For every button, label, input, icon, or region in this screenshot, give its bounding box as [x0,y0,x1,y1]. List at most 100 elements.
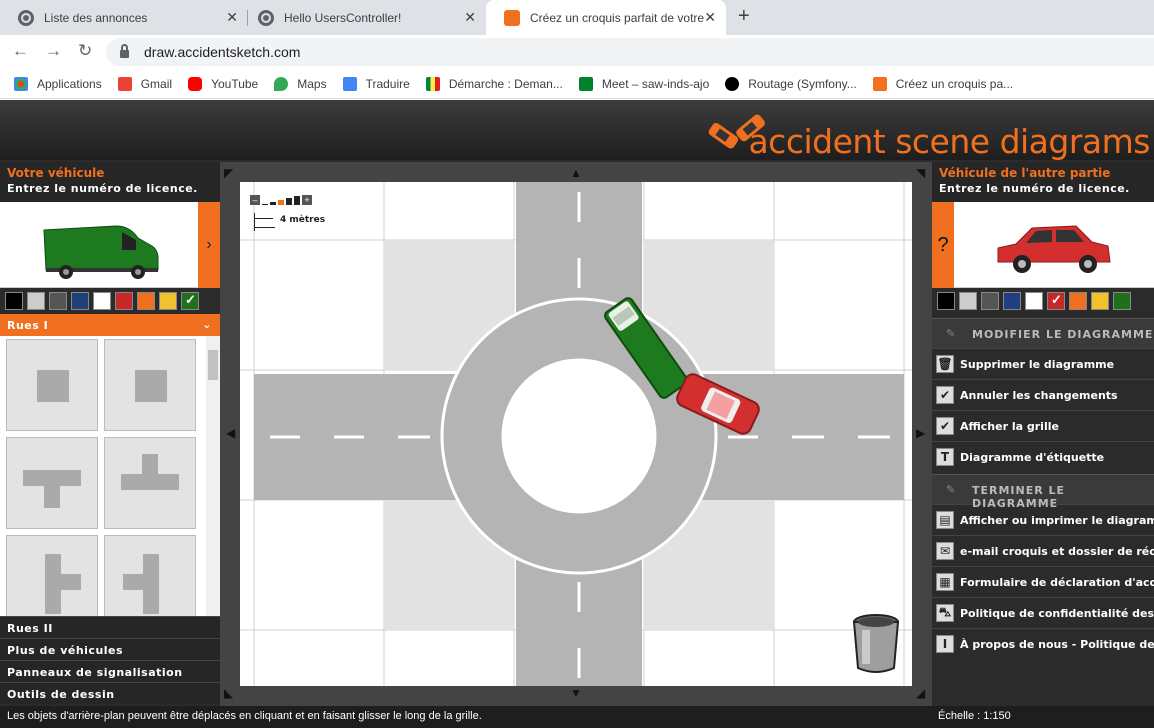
color-swatch[interactable] [93,292,111,310]
section-streets-1[interactable]: Rues I ⌄ [0,314,220,336]
trash-icon: 🗑 [936,355,954,373]
pan-down-left-arrow[interactable]: ◣ [224,686,233,700]
tab-title: Créez un croquis parfait de votre [530,10,705,25]
tab-strip: Liste des annonces ✕ Hello UsersControll… [0,0,1154,35]
palette-scrollbar[interactable] [206,336,220,616]
close-tab-icon[interactable]: ✕ [226,9,238,26]
email-sketch-item[interactable]: ✉ e-mail croquis et dossier de réclamatio… [932,535,1154,566]
pan-left-arrow[interactable]: ◀ [226,426,235,440]
color-swatch[interactable] [5,292,23,310]
new-tab-button[interactable]: + [738,5,750,28]
pan-up-arrow[interactable]: ▲ [570,166,582,180]
scrollbar-thumb[interactable] [208,350,218,380]
section-more-vehicles[interactable]: Plus de véhicules [0,638,220,660]
color-swatch[interactable] [27,292,45,310]
license-prompt[interactable]: Entrez le numéro de licence. [939,182,1147,195]
zoom-level-2[interactable] [270,202,276,205]
color-swatch[interactable] [115,292,133,310]
privacy-policy-item[interactable]: ⛍ Politique de confidentialité des donnée… [932,597,1154,628]
color-swatch[interactable] [937,292,955,310]
pan-down-right-arrow[interactable]: ◢ [916,686,925,700]
other-vehicle-preview[interactable]: ? [932,202,1154,288]
tile-straight-horizontal[interactable] [6,339,98,431]
checkbox-icon: ✔ [936,417,954,435]
tile-t-junction-right[interactable] [6,535,98,616]
delete-diagram-item[interactable]: 🗑 Supprimer le diagramme [932,348,1154,379]
vehicle-color-swatches [0,288,220,314]
back-button[interactable]: ← [12,41,29,61]
modify-diagram-header: ✎ MODIFIER LE DIAGRAMME [932,318,1154,348]
tile-t-junction-left[interactable] [104,535,196,616]
license-prompt[interactable]: Entrez le numéro de licence. [7,182,213,195]
site-logo[interactable]: accident scene diagrams [748,122,1150,161]
color-swatch[interactable] [181,292,199,310]
color-swatch[interactable] [981,292,999,310]
bookmark-apps[interactable]: Applications [14,76,102,91]
color-swatch[interactable] [1003,292,1021,310]
bookmark-youtube[interactable]: YouTube [188,76,258,91]
bookmark-gmail[interactable]: Gmail [117,76,173,91]
trash-can-icon[interactable] [852,614,900,673]
pan-down-arrow[interactable]: ▼ [570,686,582,700]
bookmark-translate[interactable]: Traduire [342,76,410,91]
color-swatch[interactable] [71,292,89,310]
gmail-icon [117,76,132,91]
menu-item-label: Diagramme d'étiquette [960,450,1105,464]
other-vehicle-header: Véhicule de l'autre partie Entrez le num… [932,162,1154,202]
color-swatch[interactable] [159,292,177,310]
color-swatch[interactable] [137,292,155,310]
bookmark-meet[interactable]: Meet – saw-inds-ajo [578,76,709,91]
color-swatch[interactable] [1091,292,1109,310]
tile-t-junction-down[interactable] [6,437,98,529]
diagram-canvas[interactable]: – + 4 mètres [240,182,912,686]
bookmark-label: Gmail [140,76,173,91]
envelope-icon: ✉ [936,542,954,560]
car-icon [504,9,520,26]
bookmark-symfony[interactable]: Routage (Symfony... [725,76,857,91]
other-vehicle-unknown-mark[interactable]: ? [932,202,954,288]
section-drawing-tools[interactable]: Outils de dessin [0,682,220,704]
color-swatch[interactable] [49,292,67,310]
undo-changes-item[interactable]: ✔ Annuler les changements [932,379,1154,410]
tab-users-controller[interactable]: Hello UsersController! ✕ [240,0,486,35]
pan-up-right-arrow[interactable]: ◥ [916,166,925,180]
about-us-item[interactable]: I À propos de nous - Politique de confide… [932,628,1154,659]
roundabout-scene [240,182,912,686]
tab-listings[interactable]: Liste des annonces ✕ [0,0,248,35]
color-swatch[interactable] [959,292,977,310]
next-vehicle-arrow[interactable]: › [198,202,220,288]
tab-accident-sketch[interactable]: Créez un croquis parfait de votre ✕ [486,0,726,35]
tile-t-junction-up[interactable] [104,437,196,529]
zoom-out-button[interactable]: – [250,195,260,205]
accident-form-item[interactable]: ▦ Formulaire de déclaration d'accident [932,566,1154,597]
label-diagram-item[interactable]: T Diagramme d'étiquette [932,441,1154,472]
show-grid-item[interactable]: ✔ Afficher la grille [932,410,1154,441]
pan-right-arrow[interactable]: ▶ [916,426,925,440]
zoom-in-button[interactable]: + [302,195,312,205]
scale-readout: Échelle : 1:150 [932,706,1154,728]
color-swatch[interactable] [1113,292,1131,310]
bookmark-label: Créez un croquis pa... [895,76,1014,91]
bookmark-accident[interactable]: Créez un croquis pa... [872,76,1014,91]
color-swatch[interactable] [1025,292,1043,310]
menu-item-label: À propos de nous - Politique de confiden… [960,637,1154,651]
close-tab-icon[interactable]: ✕ [704,9,716,26]
tile-straight-vertical[interactable] [104,339,196,431]
section-road-signs[interactable]: Panneaux de signalisation [0,660,220,682]
bookmark-maps[interactable]: Maps [274,76,327,91]
color-swatch[interactable] [1047,292,1065,310]
header-banner: accident scene diagrams [0,100,1154,161]
reload-button[interactable]: ↻ [78,41,92,61]
section-streets-2[interactable]: Rues II [0,616,220,638]
color-swatch[interactable] [1069,292,1087,310]
pan-up-left-arrow[interactable]: ◤ [224,166,233,180]
zoom-level-4[interactable] [286,198,292,205]
forward-button[interactable]: → [45,41,62,61]
zoom-level-3[interactable] [278,200,284,205]
zoom-level-1[interactable] [262,204,268,205]
bookmark-demarche[interactable]: Démarche : Deman... [425,76,563,91]
address-bar[interactable]: draw.accidentsketch.com [106,38,1154,66]
zoom-level-5[interactable] [294,196,300,205]
close-tab-icon[interactable]: ✕ [464,9,476,26]
your-vehicle-preview[interactable]: › [0,202,220,288]
